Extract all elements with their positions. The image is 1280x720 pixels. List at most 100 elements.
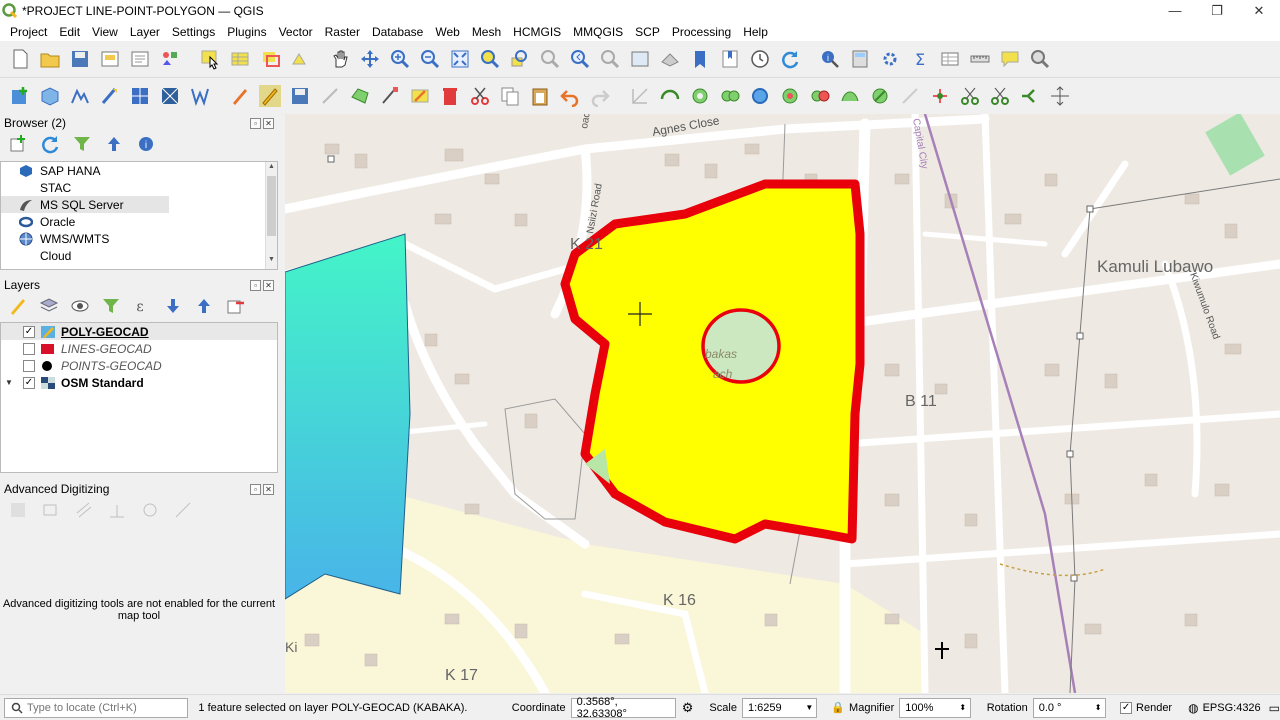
add-mesh-layer-icon[interactable] <box>158 84 182 108</box>
modify-attributes-icon[interactable] <box>408 84 432 108</box>
reverse-line-icon[interactable] <box>898 84 922 108</box>
split-features-icon[interactable] <box>958 84 982 108</box>
float-panel-icon[interactable]: ▫ <box>250 117 261 129</box>
layer-row-osm-standard[interactable]: ▼ ✓ OSM Standard <box>1 374 277 391</box>
paste-features-icon[interactable] <box>528 84 552 108</box>
browser-item-cloud[interactable]: Cloud <box>1 247 277 264</box>
layer-visibility-checkbox[interactable]: ✓ <box>23 376 35 389</box>
new-3d-view-icon[interactable] <box>658 47 682 71</box>
temporal-controller-icon[interactable] <box>748 47 772 71</box>
rotation-spinbox[interactable]: 0.0 ° ⬍ <box>1032 697 1107 718</box>
delete-part-icon[interactable] <box>808 84 832 108</box>
layer-visibility-checkbox[interactable]: ✓ <box>23 325 35 338</box>
trim-extend-icon[interactable] <box>928 84 952 108</box>
menu-vector[interactable]: Vector <box>273 25 319 39</box>
menu-help[interactable]: Help <box>737 25 774 39</box>
open-project-icon[interactable] <box>38 47 62 71</box>
add-selected-layers-icon[interactable] <box>6 132 30 156</box>
browser-item-sap-hana[interactable]: SAP HANA <box>1 162 277 179</box>
add-raster-layer-icon[interactable] <box>128 84 152 108</box>
float-panel-icon[interactable]: ▫ <box>250 483 261 495</box>
menu-view[interactable]: View <box>86 25 124 39</box>
scroll-down-icon[interactable]: ▼ <box>266 256 277 268</box>
lock-scale-icon[interactable]: 🔒 <box>831 701 845 714</box>
scroll-up-icon[interactable]: ▲ <box>266 163 277 175</box>
minimize-button[interactable]: — <box>1154 0 1196 22</box>
layout-manager-icon[interactable] <box>128 47 152 71</box>
save-project-icon[interactable] <box>68 47 92 71</box>
identify-features-icon[interactable]: i <box>818 47 842 71</box>
select-by-value-icon[interactable] <box>288 47 312 71</box>
expand-arrow-icon[interactable]: ▼ <box>5 378 15 387</box>
menu-database[interactable]: Database <box>366 25 429 39</box>
offset-curve-icon[interactable] <box>868 84 892 108</box>
zoom-next-icon[interactable] <box>598 47 622 71</box>
open-layer-styling-icon[interactable] <box>6 294 30 318</box>
filter-browser-icon[interactable] <box>70 132 94 156</box>
layer-row-poly-geocad[interactable]: ✓ POLY-GEOCAD <box>1 323 277 340</box>
add-ring-icon[interactable] <box>688 84 712 108</box>
style-manager-icon[interactable] <box>158 47 182 71</box>
close-button[interactable]: ✕ <box>1238 0 1280 22</box>
cut-features-icon[interactable] <box>468 84 492 108</box>
save-layer-edits-icon[interactable] <box>288 84 312 108</box>
new-print-layout-icon[interactable] <box>98 47 122 71</box>
merge-features-icon[interactable] <box>1018 84 1042 108</box>
collapse-all-icon[interactable] <box>102 132 126 156</box>
expand-all-icon[interactable] <box>161 294 185 318</box>
locator-input[interactable] <box>27 701 177 714</box>
delete-selected-icon[interactable] <box>438 84 462 108</box>
menu-project[interactable]: Project <box>4 25 53 39</box>
scale-combobox[interactable]: 1:6259 ▼ <box>741 697 818 718</box>
zoom-last-icon[interactable] <box>568 47 592 71</box>
copy-features-icon[interactable] <box>498 84 522 108</box>
menu-mmqgis[interactable]: MMQGIS <box>567 25 629 39</box>
locator-bar[interactable] <box>4 697 189 718</box>
close-panel-icon[interactable]: ✕ <box>263 117 274 129</box>
zoom-to-layer-icon[interactable] <box>508 47 532 71</box>
coordinate-field[interactable]: 0.3568°, 32.63308° <box>570 696 676 720</box>
layer-row-points-geocad[interactable]: POINTS-GEOCAD <box>1 357 277 374</box>
spin-arrows-icon[interactable]: ⬍ <box>1091 703 1105 712</box>
restore-button[interactable]: ❐ <box>1196 0 1238 22</box>
current-edits-icon[interactable] <box>228 84 252 108</box>
attribute-table-icon[interactable] <box>228 47 252 71</box>
browser-item-mssql[interactable]: MS SQL Server <box>1 196 169 213</box>
menu-settings[interactable]: Settings <box>166 25 221 39</box>
float-panel-icon[interactable]: ▫ <box>250 279 261 291</box>
new-geopackage-layer-icon[interactable] <box>38 84 62 108</box>
add-polygon-feature-icon[interactable] <box>348 84 372 108</box>
processing-toolbox-icon[interactable] <box>878 47 902 71</box>
zoom-in-icon[interactable] <box>388 47 412 71</box>
remove-layer-icon[interactable] <box>223 294 247 318</box>
bookmark-icon[interactable] <box>688 47 712 71</box>
toggle-editing-icon[interactable] <box>258 84 282 108</box>
new-project-icon[interactable] <box>8 47 32 71</box>
add-vector-layer-icon[interactable] <box>68 84 92 108</box>
menu-scp[interactable]: SCP <box>629 25 666 39</box>
render-checkbox[interactable]: ✓ <box>1120 701 1133 714</box>
layer-row-lines-geocad[interactable]: LINES-GEOCAD <box>1 340 277 357</box>
close-panel-icon[interactable]: ✕ <box>263 279 274 291</box>
show-bookmarks-icon[interactable] <box>718 47 742 71</box>
refresh-browser-icon[interactable] <box>38 132 62 156</box>
filter-legend-icon[interactable] <box>99 294 123 318</box>
browser-item-stac[interactable]: STAC <box>1 179 277 196</box>
statistical-summary-icon[interactable]: Σ <box>908 47 932 71</box>
enable-properties-icon[interactable]: i <box>134 132 158 156</box>
globe-icon[interactable]: ◍ <box>1188 701 1198 715</box>
messages-icon[interactable]: ▭ <box>1269 701 1280 715</box>
delete-ring-icon[interactable] <box>778 84 802 108</box>
reshape-features-icon[interactable] <box>838 84 862 108</box>
browser-item-oracle[interactable]: Oracle <box>1 213 277 230</box>
refresh-icon[interactable] <box>778 47 802 71</box>
map-canvas[interactable]: Agnes Close Nsiizi Road K 21 Kamuli Luba… <box>285 114 1280 693</box>
pan-hand-icon[interactable] <box>328 47 352 71</box>
new-shapefile-layer-icon[interactable] <box>8 84 32 108</box>
add-group-icon[interactable] <box>37 294 61 318</box>
digitize-line-icon[interactable] <box>318 84 342 108</box>
add-part-icon[interactable] <box>718 84 742 108</box>
zoom-out-icon[interactable] <box>418 47 442 71</box>
undo-icon[interactable] <box>558 84 582 108</box>
menu-raster[interactable]: Raster <box>319 25 366 39</box>
